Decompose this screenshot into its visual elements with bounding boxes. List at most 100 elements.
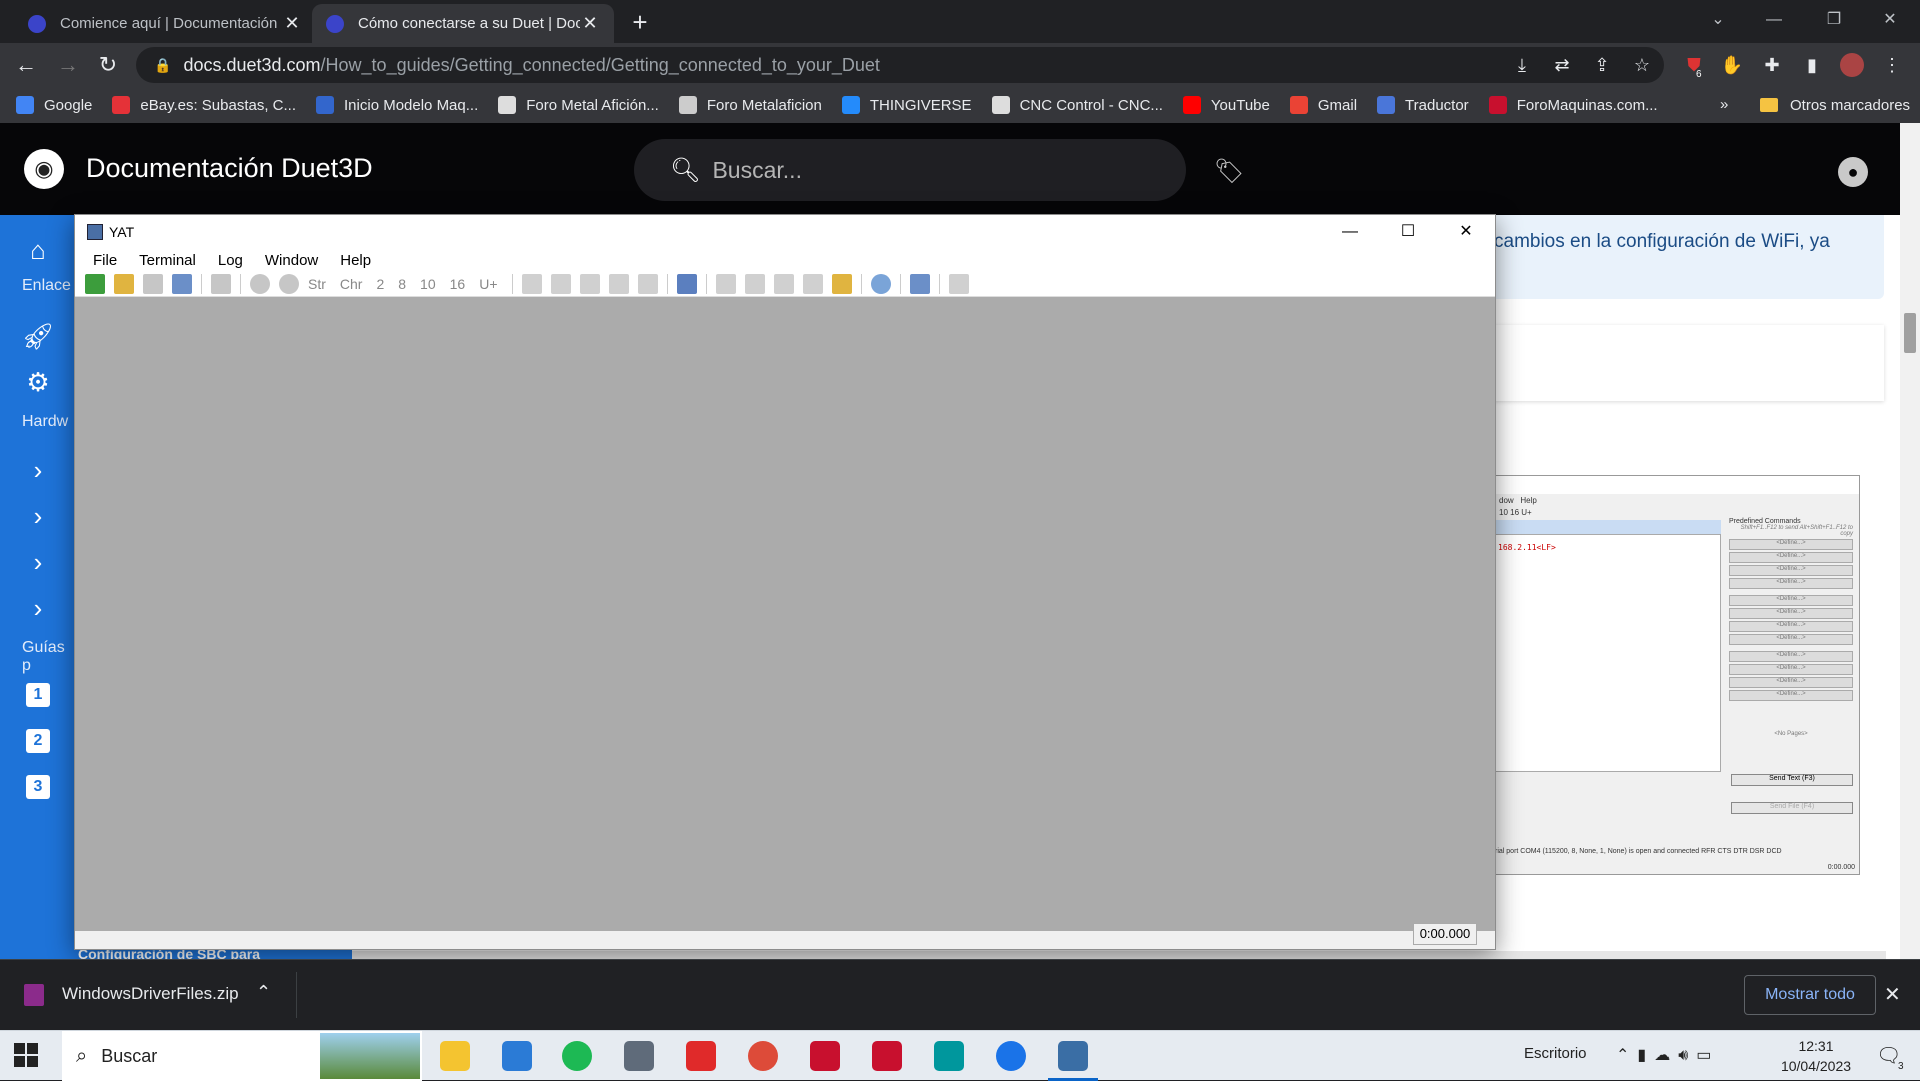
find-icon[interactable]	[676, 273, 697, 294]
close-window-icon[interactable]: ✕	[1862, 0, 1918, 40]
translate-icon[interactable]: ⇄	[1550, 53, 1574, 77]
yat-mdi-client-area[interactable]	[75, 297, 1495, 931]
radix-char-button[interactable]: Chr	[340, 276, 363, 292]
bookmark-item[interactable]: Traductor	[1377, 96, 1469, 114]
close-tab-icon[interactable]: ✕	[580, 13, 600, 34]
reload-icon[interactable]: ↻	[92, 49, 124, 81]
acrobat-icon[interactable]	[686, 1041, 716, 1071]
log-clear-icon[interactable]	[802, 273, 823, 294]
red-app-icon[interactable]	[872, 1041, 902, 1071]
system-tray-icons[interactable]: ⌃▮☁🔊︎▭	[1616, 1045, 1719, 1065]
stop-extension-icon[interactable]: ✋	[1720, 53, 1744, 77]
chrome-menu-icon[interactable]: ⋮	[1880, 53, 1904, 77]
save-all-icon[interactable]	[172, 273, 192, 294]
taskbar-clock[interactable]: 12:31 10/04/2023	[1766, 1036, 1866, 1076]
scrollbar-thumb[interactable]	[1904, 313, 1916, 353]
bookmark-star-icon[interactable]: ☆	[1630, 53, 1654, 77]
ublock-icon[interactable]: ⛊	[1682, 53, 1706, 77]
new-tab-button[interactable]: +	[624, 6, 656, 38]
font-icon[interactable]	[948, 273, 969, 294]
print-icon[interactable]	[637, 273, 658, 294]
log-on-icon[interactable]	[744, 273, 765, 294]
close-tab-icon[interactable]: ✕	[282, 13, 302, 34]
close-port-icon[interactable]	[279, 273, 299, 294]
clear-icon[interactable]	[579, 273, 600, 294]
solidworks-icon[interactable]	[810, 1041, 840, 1071]
bookmarks-overflow-button[interactable]: »	[1720, 87, 1728, 123]
bookmark-item[interactable]: Google	[16, 96, 92, 114]
duet-wifi-logo-icon[interactable]: ◉	[24, 149, 64, 189]
chevron-up-icon[interactable]: ⌃	[256, 982, 271, 1003]
new-terminal-icon[interactable]	[85, 273, 105, 294]
yat-close-icon[interactable]: ✕	[1437, 215, 1495, 249]
log-off-icon[interactable]	[773, 273, 794, 294]
log-folder-icon[interactable]	[831, 273, 852, 294]
arduino-icon[interactable]	[934, 1041, 964, 1071]
gear-icon[interactable]: ⚙	[0, 367, 76, 398]
menu-terminal[interactable]: Terminal	[139, 252, 196, 269]
yat-taskbar-icon[interactable]	[1048, 1041, 1098, 1081]
radix-unicode-button[interactable]: U+	[479, 276, 497, 292]
nav-number-2[interactable]: 2	[26, 729, 50, 753]
bookmark-item[interactable]: THINGIVERSE	[841, 96, 972, 114]
menu-window[interactable]: Window	[265, 252, 318, 269]
other-bookmarks-folder[interactable]: Otros marcadores	[1760, 87, 1910, 123]
forward-arrow-icon[interactable]: →	[52, 49, 84, 81]
site-search-input[interactable]: 🔍︎ Buscar...	[634, 139, 1186, 201]
menu-file[interactable]: File	[93, 252, 117, 269]
c-app-icon[interactable]	[996, 1041, 1026, 1071]
log-edit-icon[interactable]	[715, 273, 736, 294]
minimize-icon[interactable]: —	[1746, 0, 1802, 40]
windows-start-icon[interactable]	[14, 1043, 38, 1067]
download-filename[interactable]: WindowsDriverFiles.zip	[62, 984, 239, 1004]
radix-10-button[interactable]: 10	[420, 276, 436, 292]
tab-conectarse[interactable]: Cómo conectarse a su Duet | Doc ✕	[312, 4, 614, 43]
nav-number-1[interactable]: 1	[26, 683, 50, 707]
control-panel-icon[interactable]	[502, 1041, 532, 1071]
yat-maximize-icon[interactable]: ☐	[1379, 215, 1437, 249]
calculator-icon[interactable]	[624, 1041, 654, 1071]
zip-file-icon[interactable]	[24, 984, 44, 1006]
open-icon[interactable]	[114, 273, 134, 294]
bookmark-item[interactable]: Foro Metalaficion	[678, 96, 822, 114]
home-icon[interactable]: ⌂	[0, 235, 76, 266]
radix-16-button[interactable]: 16	[450, 276, 466, 292]
chevron-right-icon[interactable]: ›	[0, 501, 76, 532]
bookmark-item[interactable]: Gmail	[1289, 96, 1357, 114]
bookmark-item[interactable]: YouTube	[1182, 96, 1270, 114]
show-line-numbers-icon[interactable]	[550, 273, 571, 294]
install-icon[interactable]: ⤓	[1510, 53, 1534, 77]
chrome-icon[interactable]	[748, 1041, 778, 1071]
show-all-downloads-button[interactable]: Mostrar todo	[1744, 975, 1876, 1015]
show-radix-icon[interactable]	[521, 273, 542, 294]
spotify-icon[interactable]	[562, 1041, 592, 1071]
radix-string-button[interactable]: Str	[308, 276, 326, 292]
terminal-settings-icon[interactable]	[211, 273, 231, 294]
page-scrollbar[interactable]	[1900, 123, 1920, 959]
tab-comience[interactable]: Comience aquí | Documentación ✕	[14, 4, 316, 43]
tags-icon[interactable]: 🏷︎	[1214, 157, 1244, 186]
restore-icon[interactable]: ❐	[1806, 0, 1862, 40]
extensions-puzzle-icon[interactable]: ✚	[1760, 53, 1784, 77]
rocket-icon[interactable]: 🚀︎	[0, 321, 76, 352]
account-icon[interactable]: ●	[1838, 157, 1868, 187]
bookmark-item[interactable]: ForoMaquinas.com...	[1488, 96, 1658, 114]
chevron-right-icon[interactable]: ›	[0, 593, 76, 624]
bookmark-item[interactable]: eBay.es: Subastas, C...	[112, 96, 296, 114]
yat-title-bar[interactable]: YAT — ☐ ✕	[75, 215, 1495, 249]
tab-search-icon[interactable]: ⌄	[1690, 0, 1746, 40]
refresh-icon[interactable]	[608, 273, 629, 294]
open-port-icon[interactable]	[250, 273, 270, 294]
chevron-right-icon[interactable]: ›	[0, 547, 76, 578]
chat-icon[interactable]	[870, 273, 891, 294]
back-arrow-icon[interactable]: ←	[10, 49, 42, 81]
close-shelf-icon[interactable]: ✕	[1884, 982, 1901, 1007]
bookmark-item[interactable]: Inicio Modelo Maq...	[316, 96, 478, 114]
send-icon[interactable]	[909, 273, 930, 294]
address-bar[interactable]: 🔒 docs.duet3d.com/How_to_guides/Getting_…	[136, 47, 1664, 83]
menu-log[interactable]: Log	[218, 252, 243, 269]
side-panel-icon[interactable]: ▮	[1800, 53, 1824, 77]
profile-avatar[interactable]	[1840, 53, 1864, 77]
file-explorer-icon[interactable]	[440, 1041, 470, 1071]
bookmark-item[interactable]: CNC Control - CNC...	[991, 96, 1163, 114]
